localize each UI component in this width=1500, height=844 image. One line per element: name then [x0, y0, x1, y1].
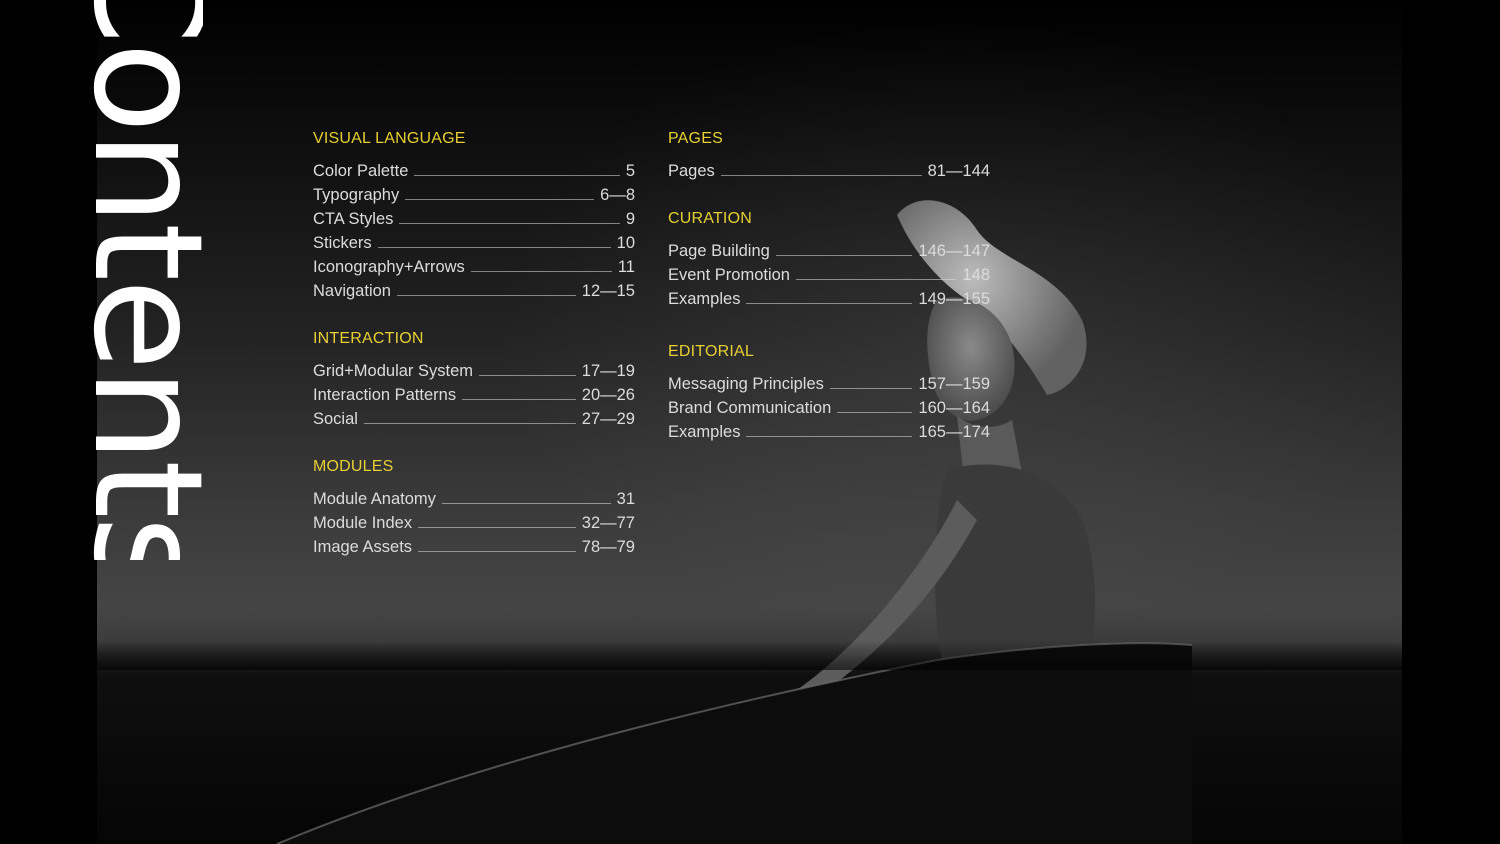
dot-leader-line: [775, 255, 913, 256]
dot-leader-line: [418, 551, 576, 552]
toc-entry[interactable]: Social 27—29: [313, 406, 635, 430]
toc-entry-pages: 9: [625, 210, 635, 228]
dot-leader-line: [795, 279, 957, 280]
section-title: EDITORIAL: [668, 343, 754, 360]
stage-edge-shadow: [97, 640, 1402, 670]
toc-entry[interactable]: Color Palette 5: [313, 158, 635, 182]
toc-entry[interactable]: Typography 6—8: [313, 182, 635, 206]
toc-entry[interactable]: Image Assets 78—79: [313, 534, 635, 558]
toc-entry[interactable]: Pages 81—144: [668, 158, 990, 182]
toc-entry[interactable]: Interaction Patterns 20—26: [313, 382, 635, 406]
toc-entry-label: Module Index: [313, 514, 413, 532]
toc-entry-pages: 12—15: [581, 282, 635, 300]
toc-entry-label: Stickers: [313, 234, 372, 252]
toc-entry-label: Navigation: [313, 282, 391, 300]
toc-entry[interactable]: Module Anatomy 31: [313, 486, 635, 510]
toc-entry[interactable]: Page Building 146—147: [668, 238, 990, 262]
dot-leader-line: [405, 199, 595, 200]
dot-leader-line: [441, 503, 611, 504]
dot-leader-line: [720, 175, 922, 176]
toc-entry-label: Brand Communication: [668, 399, 832, 417]
toc-entry[interactable]: Grid+Modular System 17—19: [313, 358, 635, 382]
toc-entry-pages: 6—8: [600, 186, 635, 204]
dot-leader-line: [837, 412, 913, 413]
toc-entry-pages: 32—77: [581, 514, 635, 532]
contents-page: Contents VISUAL LANGUAGE Color Palette 5 Ty…: [0, 0, 1500, 844]
toc-entry-label: CTA Styles: [313, 210, 394, 228]
dot-leader-line: [470, 271, 612, 272]
toc-entry[interactable]: Navigation 12—15: [313, 278, 635, 302]
toc-entry-pages: 78—79: [581, 538, 635, 556]
toc-entry-label: Image Assets: [313, 538, 413, 556]
toc-entry-pages: 146—147: [918, 242, 990, 260]
toc-entry[interactable]: Examples 149—155: [668, 286, 990, 310]
dot-leader-line: [363, 423, 576, 424]
toc-entry-label: Page Building: [668, 242, 770, 260]
toc-section: PAGES Pages 81—144: [668, 128, 990, 182]
toc-entry[interactable]: Iconography+Arrows 11: [313, 254, 635, 278]
toc-entry-pages: 27—29: [581, 410, 635, 428]
dot-leader-line: [479, 375, 576, 376]
toc-entry-pages: 157—159: [918, 375, 990, 393]
contents-heading: Contents: [93, 0, 203, 560]
toc-entry-label: Pages: [668, 162, 715, 180]
dot-leader-line: [377, 247, 611, 248]
toc-entry-pages: 160—164: [918, 399, 990, 417]
section-title: MODULES: [313, 458, 394, 475]
toc-entry-label: Social: [313, 410, 358, 428]
toc-section: MODULES Module Anatomy 31 Module Index 32—77…: [313, 456, 635, 558]
toc-entry-label: Examples: [668, 423, 741, 441]
dot-leader-line: [414, 175, 620, 176]
dot-leader-line: [746, 303, 913, 304]
toc-entry[interactable]: Messaging Principles 157—159: [668, 371, 990, 395]
toc-entry[interactable]: CTA Styles 9: [313, 206, 635, 230]
toc-entry-pages: 20—26: [581, 386, 635, 404]
toc-entry-label: Messaging Principles: [668, 375, 824, 393]
section-title: PAGES: [668, 130, 723, 147]
toc-column-left: VISUAL LANGUAGE Color Palette 5 Typography 6…: [313, 128, 635, 584]
dot-leader-line: [462, 399, 576, 400]
toc-entry-label: Color Palette: [313, 162, 409, 180]
toc-entry[interactable]: Event Promotion 148: [668, 262, 990, 286]
toc-entry-label: Event Promotion: [668, 266, 790, 284]
toc-entry-label: Interaction Patterns: [313, 386, 457, 404]
toc-entry-label: Module Anatomy: [313, 490, 436, 508]
section-title: INTERACTION: [313, 330, 424, 347]
toc-entry-label: Examples: [668, 290, 741, 308]
toc-entry-label: Typography: [313, 186, 400, 204]
contents-heading-container: Contents: [93, 0, 203, 560]
dot-leader-line: [418, 527, 576, 528]
toc-entry-pages: 81—144: [927, 162, 990, 180]
toc-entry-pages: 149—155: [918, 290, 990, 308]
toc-entry[interactable]: Brand Communication 160—164: [668, 395, 990, 419]
dot-leader-line: [746, 436, 913, 437]
toc-entry-pages: 10: [616, 234, 635, 252]
toc-entry[interactable]: Examples 165—174: [668, 419, 990, 443]
section-title: VISUAL LANGUAGE: [313, 130, 466, 147]
toc-entry-pages: 5: [625, 162, 635, 180]
toc-entry-label: Grid+Modular System: [313, 362, 474, 380]
toc-column-right: PAGES Pages 81—144 CURATION Page Building 146…: [668, 128, 990, 474]
toc-entry[interactable]: Stickers 10: [313, 230, 635, 254]
toc-entry-pages: 31: [616, 490, 635, 508]
toc-section: INTERACTION Grid+Modular System 17—19 Inter…: [313, 328, 635, 430]
toc-section: VISUAL LANGUAGE Color Palette 5 Typography 6…: [313, 128, 635, 302]
toc-entry-pages: 148: [962, 266, 990, 284]
toc-entry[interactable]: Module Index 32—77: [313, 510, 635, 534]
dot-leader-line: [399, 223, 620, 224]
toc-section: EDITORIAL Messaging Principles 157—159 Bran…: [668, 341, 990, 443]
toc-entry-label: Iconography+Arrows: [313, 258, 465, 276]
dot-leader-line: [829, 388, 913, 389]
section-title: CURATION: [668, 210, 752, 227]
toc-entry-pages: 11: [617, 258, 635, 276]
toc-entry-pages: 17—19: [581, 362, 635, 380]
dot-leader-line: [396, 295, 576, 296]
toc-entry-pages: 165—174: [918, 423, 990, 441]
toc-section: CURATION Page Building 146—147 Event Promot…: [668, 208, 990, 310]
